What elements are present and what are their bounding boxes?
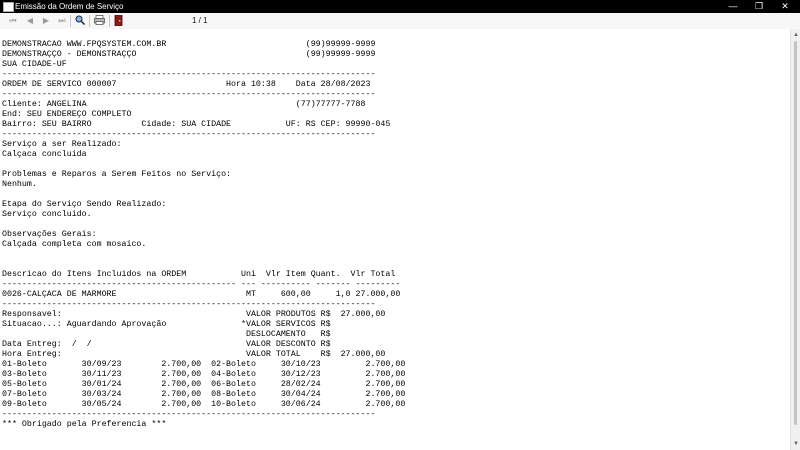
report-line: Etapa do Serviço Sendo Realizado:: [2, 200, 167, 209]
report-line: Data Entreg: / / VALOR DESCONTO R$: [2, 340, 331, 349]
report-line: *** Obrigado pela Preferencia ***: [2, 420, 167, 429]
report-line: 03-Boleto 30/11/23 2.700,00 04-Boleto 30…: [2, 370, 406, 379]
minimize-button[interactable]: —: [720, 0, 746, 13]
report-line: Responsavel: VALOR PRODUTOS R$ 27.000,00: [2, 310, 386, 319]
report-line: Observações Gerais:: [2, 230, 97, 239]
zoom-icon[interactable]: [74, 15, 86, 27]
print-icon[interactable]: [93, 15, 105, 27]
scroll-up-icon[interactable]: ▲: [791, 30, 800, 40]
report-line: 05-Boleto 30/01/24 2.700,00 06-Boleto 28…: [2, 380, 406, 389]
report-line: Hora Entreg: VALOR TOTAL R$ 27.000,00: [2, 350, 386, 359]
scroll-down-icon[interactable]: ▼: [791, 439, 800, 449]
toolbar-separator: [109, 15, 110, 27]
report-line: Calçaca concluida: [2, 150, 87, 159]
report-line: DESLOCAMENTO R$: [2, 330, 331, 339]
report-line: Nenhum.: [2, 180, 37, 189]
report-line: ----------------------------------------…: [2, 130, 376, 139]
last-page-icon[interactable]: ⏭: [56, 15, 68, 27]
report-line: DEMONSTRAÇÇO - DEMONSTRAÇÇO (99)99999-99…: [2, 50, 376, 59]
report-line: Problemas e Reparos a Serem Feitos no Se…: [2, 170, 232, 179]
report-line: Bairro: SEU BAIRRO Cidade: SUA CIDADE UF…: [2, 120, 391, 129]
report-line: 01-Boleto 30/09/23 2.700,00 02-Boleto 30…: [2, 360, 406, 369]
vertical-scrollbar[interactable]: ▲ ▼: [790, 29, 800, 450]
report-line: Calçada completa com mosaico.: [2, 240, 147, 249]
report-line: ----------------------------------------…: [2, 70, 376, 79]
scroll-thumb[interactable]: [794, 41, 797, 425]
report-line: 09-Boleto 30/05/24 2.700,00 10-Boleto 30…: [2, 400, 406, 409]
report-line: Descricao do Itens Incluidos na ORDEM Un…: [2, 270, 396, 279]
app-icon: [3, 2, 14, 12]
report-line: DEMONSTRACAO WWW.FPQSYSTEM.COM.BR (99)99…: [2, 40, 376, 49]
title-bar: Emissão da Ordem de Serviço — ❐ ✕: [0, 0, 800, 13]
report-line: Serviço a ser Realizado:: [2, 140, 122, 149]
report-line: Cliente: ANGELINA (77)77777-7788: [2, 100, 366, 109]
report-page: DEMONSTRACAO WWW.FPQSYSTEM.COM.BR (99)99…: [0, 29, 790, 450]
report-line: ----------------------------------------…: [2, 410, 376, 419]
report-line: 0026-CALÇACA DE MARMORE MT 600,00 1,0 27…: [2, 290, 401, 299]
prev-page-icon[interactable]: ◀: [24, 15, 36, 27]
report-line: Serviço concluido.: [2, 210, 92, 219]
next-page-icon[interactable]: ▶: [40, 15, 52, 27]
report-line: End: SEU ENDEREÇO COMPLETO: [2, 110, 132, 119]
first-page-icon[interactable]: ⏮: [7, 15, 19, 27]
report-line: 07-Boleto 30/03/24 2.700,00 08-Boleto 30…: [2, 390, 406, 399]
maximize-button[interactable]: ❐: [746, 0, 772, 13]
report-line: ----------------------------------------…: [2, 280, 401, 289]
page-indicator: 1 / 1: [192, 16, 208, 25]
report-line: ----------------------------------------…: [2, 90, 376, 99]
preview-toolbar: ⏮ ◀ ▶ ⏭ 1 / 1: [0, 13, 800, 30]
toolbar-separator: [89, 15, 90, 27]
report-line: SUA CIDADE-UF: [2, 60, 67, 69]
toolbar-separator: [70, 15, 71, 27]
report-line: ORDEM DE SERVICO 000007 Hora 10:38 Data …: [2, 80, 371, 89]
report-line: ----------------------------------------…: [2, 300, 376, 309]
window-title: Emissão da Ordem de Serviço: [15, 2, 124, 11]
report-text: DEMONSTRACAO WWW.FPQSYSTEM.COM.BR (99)99…: [2, 40, 405, 430]
exit-icon[interactable]: [113, 15, 125, 27]
report-line: Situacao...: Aguardando Aprovação *VALOR…: [2, 320, 331, 329]
close-button[interactable]: ✕: [772, 0, 798, 13]
